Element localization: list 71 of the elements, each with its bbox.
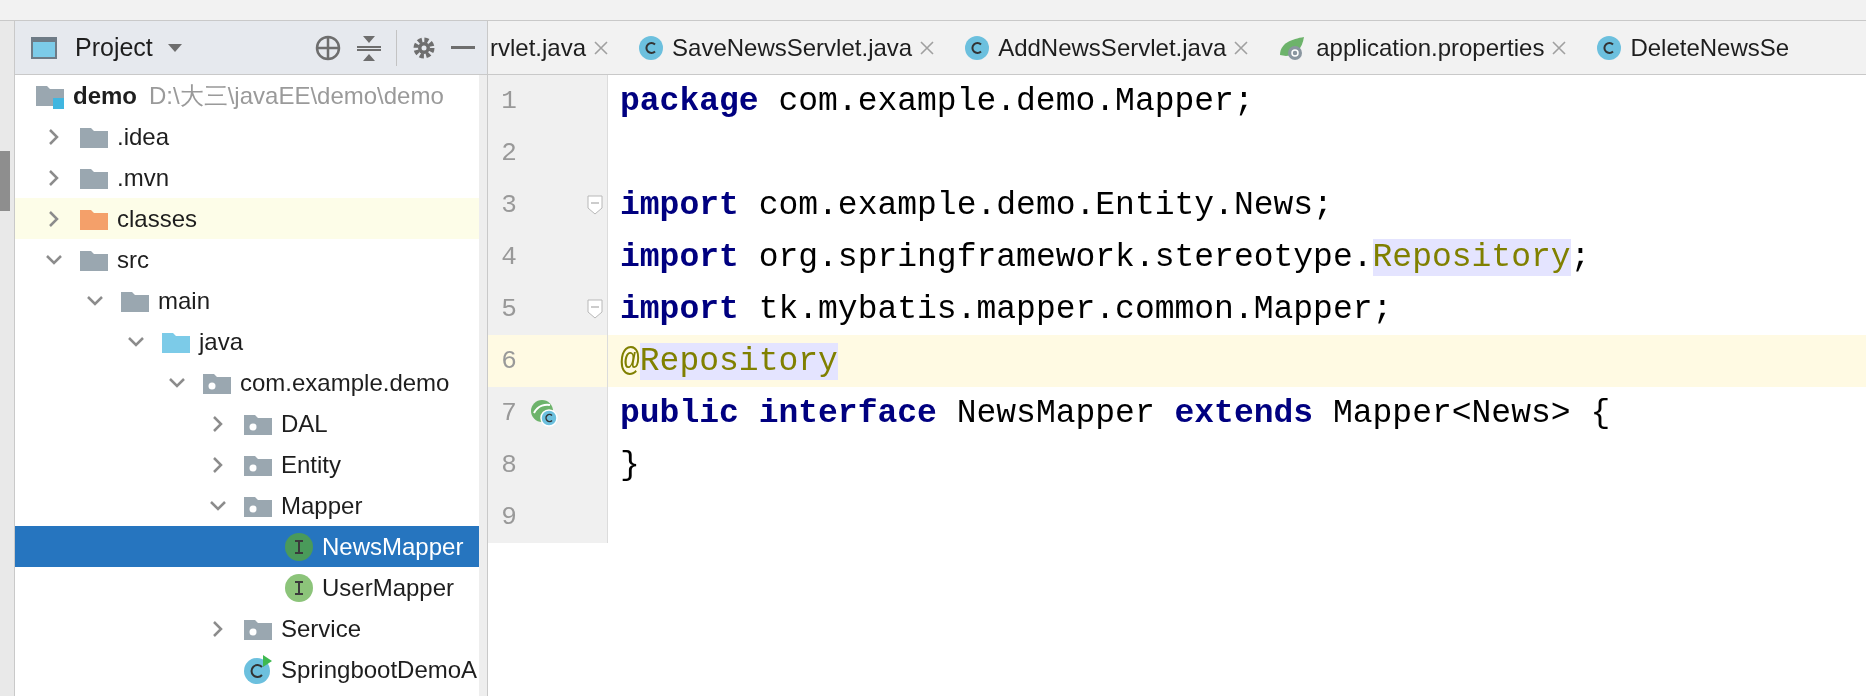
- implemented-marker-icon[interactable]: [530, 399, 558, 427]
- code-line: import com.example.demo.Entity.News;: [619, 186, 1333, 224]
- line-number: 9: [500, 502, 518, 532]
- line-number: 5: [500, 294, 518, 324]
- code-line: import tk.mybatis.mapper.common.Mapper;: [619, 290, 1393, 328]
- caret-icon[interactable]: [166, 42, 183, 53]
- tree-item[interactable]: Mapper: [15, 485, 479, 526]
- tree-item-label: Service: [281, 614, 362, 643]
- tree-item-label: SpringbootDemoA: [281, 655, 478, 684]
- code-line: public interface NewsMapper extends Mapper<News> {: [619, 394, 1611, 432]
- tree-item[interactable]: src: [15, 239, 479, 280]
- line-number: 4: [500, 242, 518, 272]
- tree-item[interactable]: com.example.demo: [15, 362, 479, 403]
- code-line: package com.example.demo.Mapper;: [619, 82, 1254, 120]
- tree-item-label: DAL: [281, 409, 328, 438]
- tree-item-label: .idea: [117, 122, 170, 151]
- close-icon[interactable]: [1552, 40, 1567, 55]
- close-icon[interactable]: [920, 40, 935, 55]
- tree-item-label: Entity: [281, 450, 342, 479]
- spring-class-icon: [243, 654, 273, 685]
- tree-item[interactable]: .mvn: [15, 157, 479, 198]
- tree-item[interactable]: NewsMapper: [15, 526, 479, 567]
- collapse-icon[interactable]: [356, 33, 382, 62]
- tree-item[interactable]: UserMapper: [15, 567, 479, 608]
- fold-marker-icon[interactable]: [587, 195, 603, 215]
- code-line: }: [619, 446, 640, 484]
- line-number: 7: [500, 398, 518, 428]
- module-path: D:\大三\javaEE\demo\demo: [149, 80, 444, 111]
- tree-item[interactable]: SpringbootDemoA: [15, 649, 479, 690]
- tree-item-label: main: [158, 286, 211, 315]
- crosshair-icon[interactable]: [314, 33, 342, 62]
- close-icon[interactable]: [594, 40, 609, 55]
- minimize-icon[interactable]: [451, 45, 475, 50]
- window-icon: [31, 36, 57, 59]
- class-icon: [964, 34, 991, 61]
- editor-tab[interactable]: AddNewsServlet.java: [952, 21, 1267, 74]
- interface-icon: [284, 572, 314, 603]
- tree-item[interactable]: java: [15, 321, 479, 362]
- class-icon: [1596, 34, 1623, 61]
- tree-item-label: demo: [73, 81, 137, 110]
- fold-marker-icon[interactable]: [587, 299, 603, 319]
- editor-tab[interactable]: SaveNewsServlet.java: [626, 21, 953, 74]
- editor-tab[interactable]: rvlet.java: [488, 21, 627, 74]
- line-number: 6: [500, 346, 518, 376]
- line-number: 3: [500, 190, 518, 220]
- tree-item-label: src: [117, 245, 149, 274]
- tree-item-label: com.example.demo: [240, 368, 450, 397]
- tree-item-label: java: [199, 327, 244, 356]
- tree-item[interactable]: Entity: [15, 444, 479, 485]
- tree-item-label: .mvn: [117, 163, 169, 192]
- tree-item-label: NewsMapper: [322, 532, 464, 561]
- class-icon: [638, 34, 665, 61]
- line-number: 2: [500, 138, 518, 168]
- tree-item[interactable]: main: [15, 280, 479, 321]
- tree-item-label: UserMapper: [322, 573, 455, 602]
- tree-item[interactable]: .idea: [15, 116, 479, 157]
- editor-tab[interactable]: application.properties: [1266, 21, 1585, 74]
- tree-item[interactable]: demo D:\大三\javaEE\demo\demo: [15, 75, 479, 116]
- tree-item[interactable]: classes: [15, 198, 479, 239]
- tree-item-label: Mapper: [281, 491, 363, 520]
- close-icon[interactable]: [1234, 40, 1249, 55]
- code-line: import org.springframework.stereotype.Repository;: [619, 238, 1591, 276]
- interface-icon: [284, 531, 314, 562]
- tree-item[interactable]: DAL: [15, 403, 479, 444]
- editor-tab[interactable]: DeleteNewsSe: [1584, 21, 1808, 74]
- tree-item[interactable]: Service: [15, 608, 479, 649]
- line-number: 1: [500, 86, 518, 116]
- code-line: @Repository: [619, 342, 838, 380]
- tree-item-label: classes: [117, 204, 198, 233]
- tool-window-title[interactable]: Project: [75, 33, 153, 62]
- line-number: 8: [500, 450, 518, 480]
